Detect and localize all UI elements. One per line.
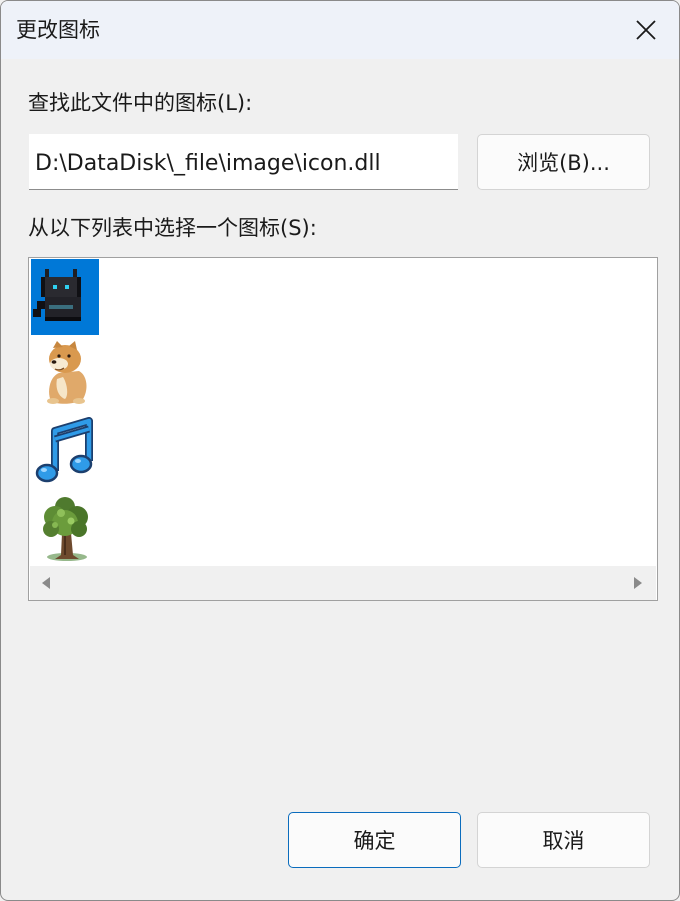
- cancel-button-label: 取消: [542, 829, 585, 853]
- title-bar[interactable]: 更改图标: [1, 1, 679, 59]
- scroll-right-arrow-icon[interactable]: [634, 577, 642, 589]
- ok-button-label: 确定: [353, 829, 396, 853]
- horizontal-scrollbar[interactable]: [30, 566, 656, 600]
- cancel-button[interactable]: 取消: [477, 812, 650, 868]
- tree-icon: [43, 497, 88, 561]
- close-button[interactable]: [620, 5, 672, 55]
- icon-list[interactable]: [28, 257, 658, 601]
- icon-item-black-cat[interactable]: [31, 259, 99, 335]
- close-icon: [636, 20, 656, 40]
- file-label: 查找此文件中的图标(L):: [28, 91, 253, 115]
- black-cat-icon: [33, 269, 81, 321]
- browse-button[interactable]: 浏览(B)...: [477, 134, 650, 190]
- icon-item-cheems-dog[interactable]: [31, 335, 99, 411]
- file-path-input[interactable]: [29, 134, 458, 190]
- browse-button-label: 浏览(B)...: [517, 151, 610, 175]
- ok-button[interactable]: 确定: [288, 812, 461, 868]
- dialog-title: 更改图标: [16, 18, 100, 42]
- cheems-dog-icon: [47, 341, 87, 404]
- icon-item-tree[interactable]: [31, 490, 99, 566]
- scroll-left-arrow-icon[interactable]: [42, 577, 50, 589]
- change-icon-dialog: 更改图标 查找此文件中的图标(L): 浏览(B)... 从以下列表中选择一个图标…: [0, 0, 680, 901]
- icon-item-music-note[interactable]: [31, 413, 99, 489]
- music-note-icon: [35, 417, 93, 483]
- list-label: 从以下列表中选择一个图标(S):: [28, 216, 317, 240]
